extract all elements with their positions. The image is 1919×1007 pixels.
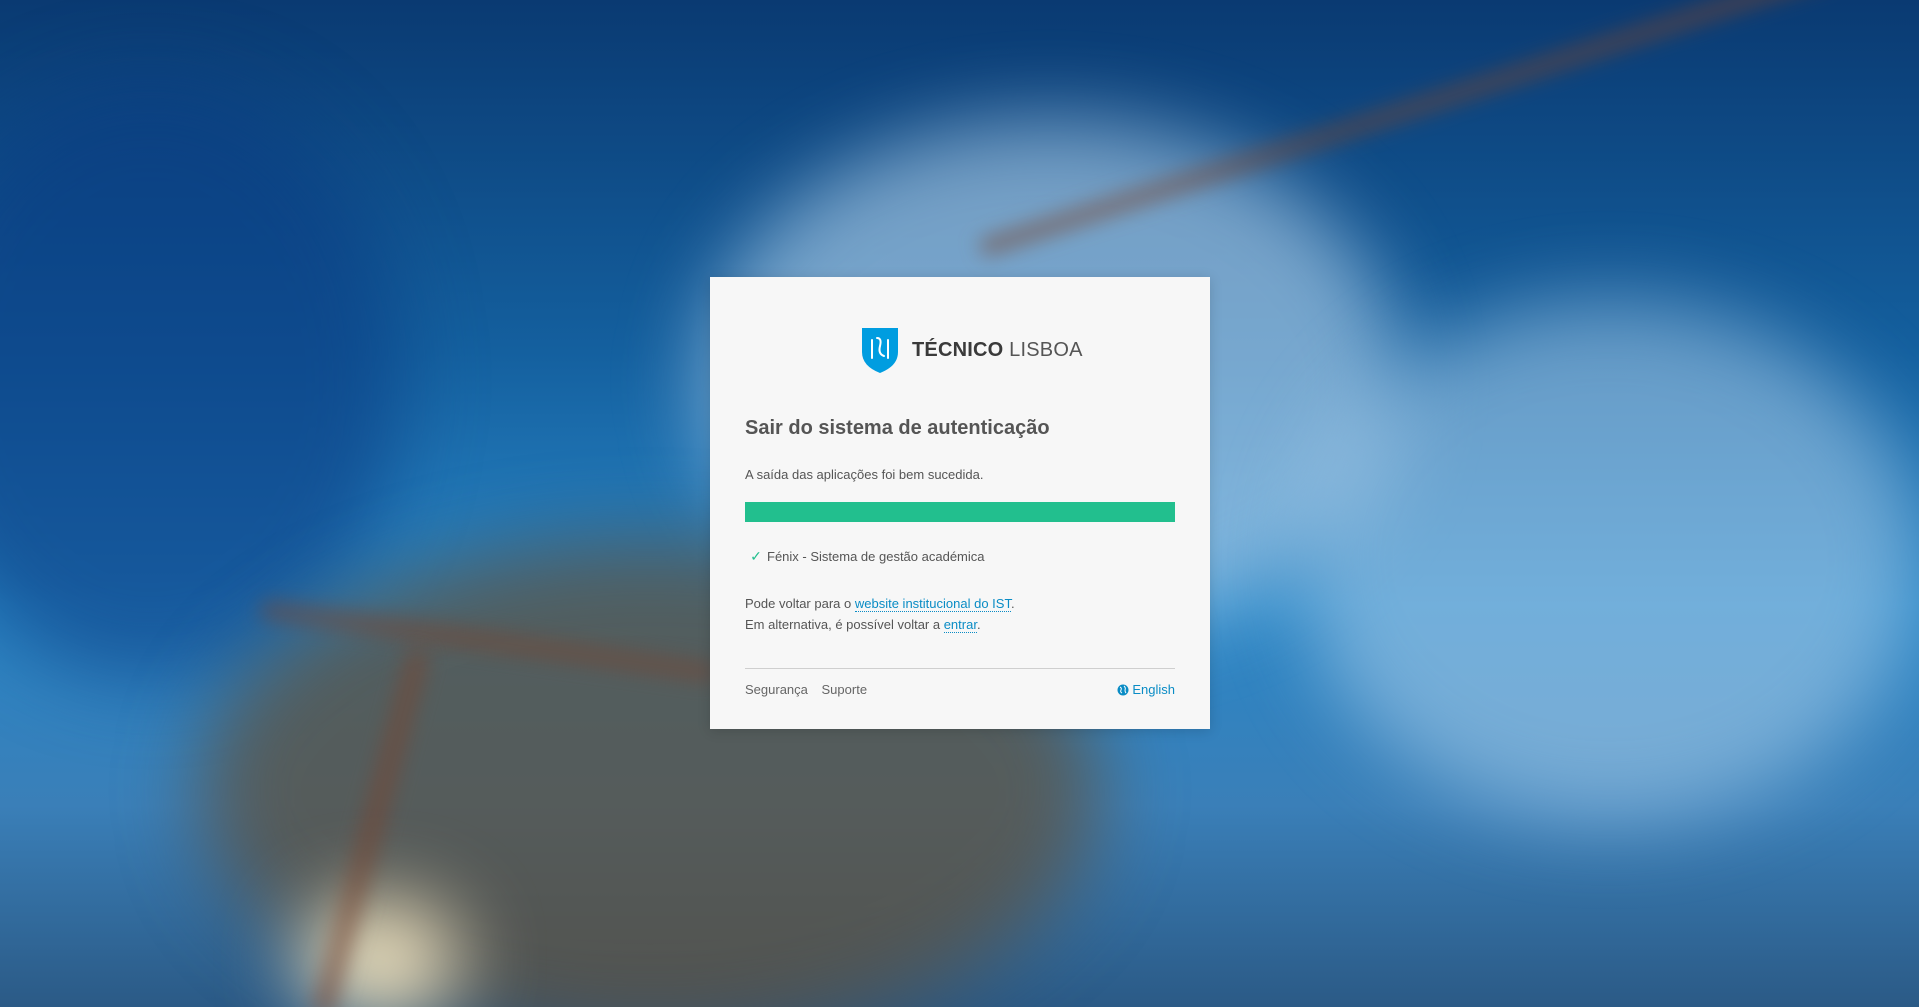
logout-progress-bar (745, 502, 1175, 522)
brand-name-bold: TÉCNICO (912, 338, 1004, 361)
app-label: Fénix - Sistema de gestão académica (767, 549, 985, 564)
language-label: English (1132, 682, 1175, 697)
ist-shield-icon (862, 328, 898, 373)
logout-status-message: A saída das aplicações foi bem sucedida. (745, 467, 984, 482)
page-title: Sair do sistema de autenticação (745, 417, 1050, 439)
info-line2-suffix: . (976, 617, 981, 632)
tecnico-lisboa-logo: TÉCNICO LISBOA (860, 325, 1083, 375)
info-line1-prefix: Pode voltar para o (745, 596, 855, 611)
support-link[interactable]: Suporte (822, 682, 868, 697)
info-line2-prefix: Em alternativa, é possível voltar a (745, 617, 944, 632)
progress-fill (745, 502, 1175, 522)
login-link[interactable]: entrar (943, 617, 977, 633)
institutional-website-link[interactable]: website institucional do IST (854, 596, 1011, 612)
check-icon: ✓ (750, 548, 762, 564)
footer-divider (745, 668, 1175, 669)
info-text: Pode voltar para o website institucional… (745, 593, 1015, 635)
card-footer: Segurança Suporte English (745, 682, 1175, 697)
list-item: ✓ Fénix - Sistema de gestão académica (745, 548, 985, 565)
language-switch[interactable]: English (1117, 682, 1175, 697)
globe-icon (1117, 684, 1129, 695)
info-line1-suffix: . (1010, 596, 1015, 611)
brand-name-light: LISBOA (1009, 338, 1083, 361)
logout-card: TÉCNICO LISBOA Sair do sistema de autent… (710, 277, 1210, 729)
security-link[interactable]: Segurança (745, 682, 808, 697)
